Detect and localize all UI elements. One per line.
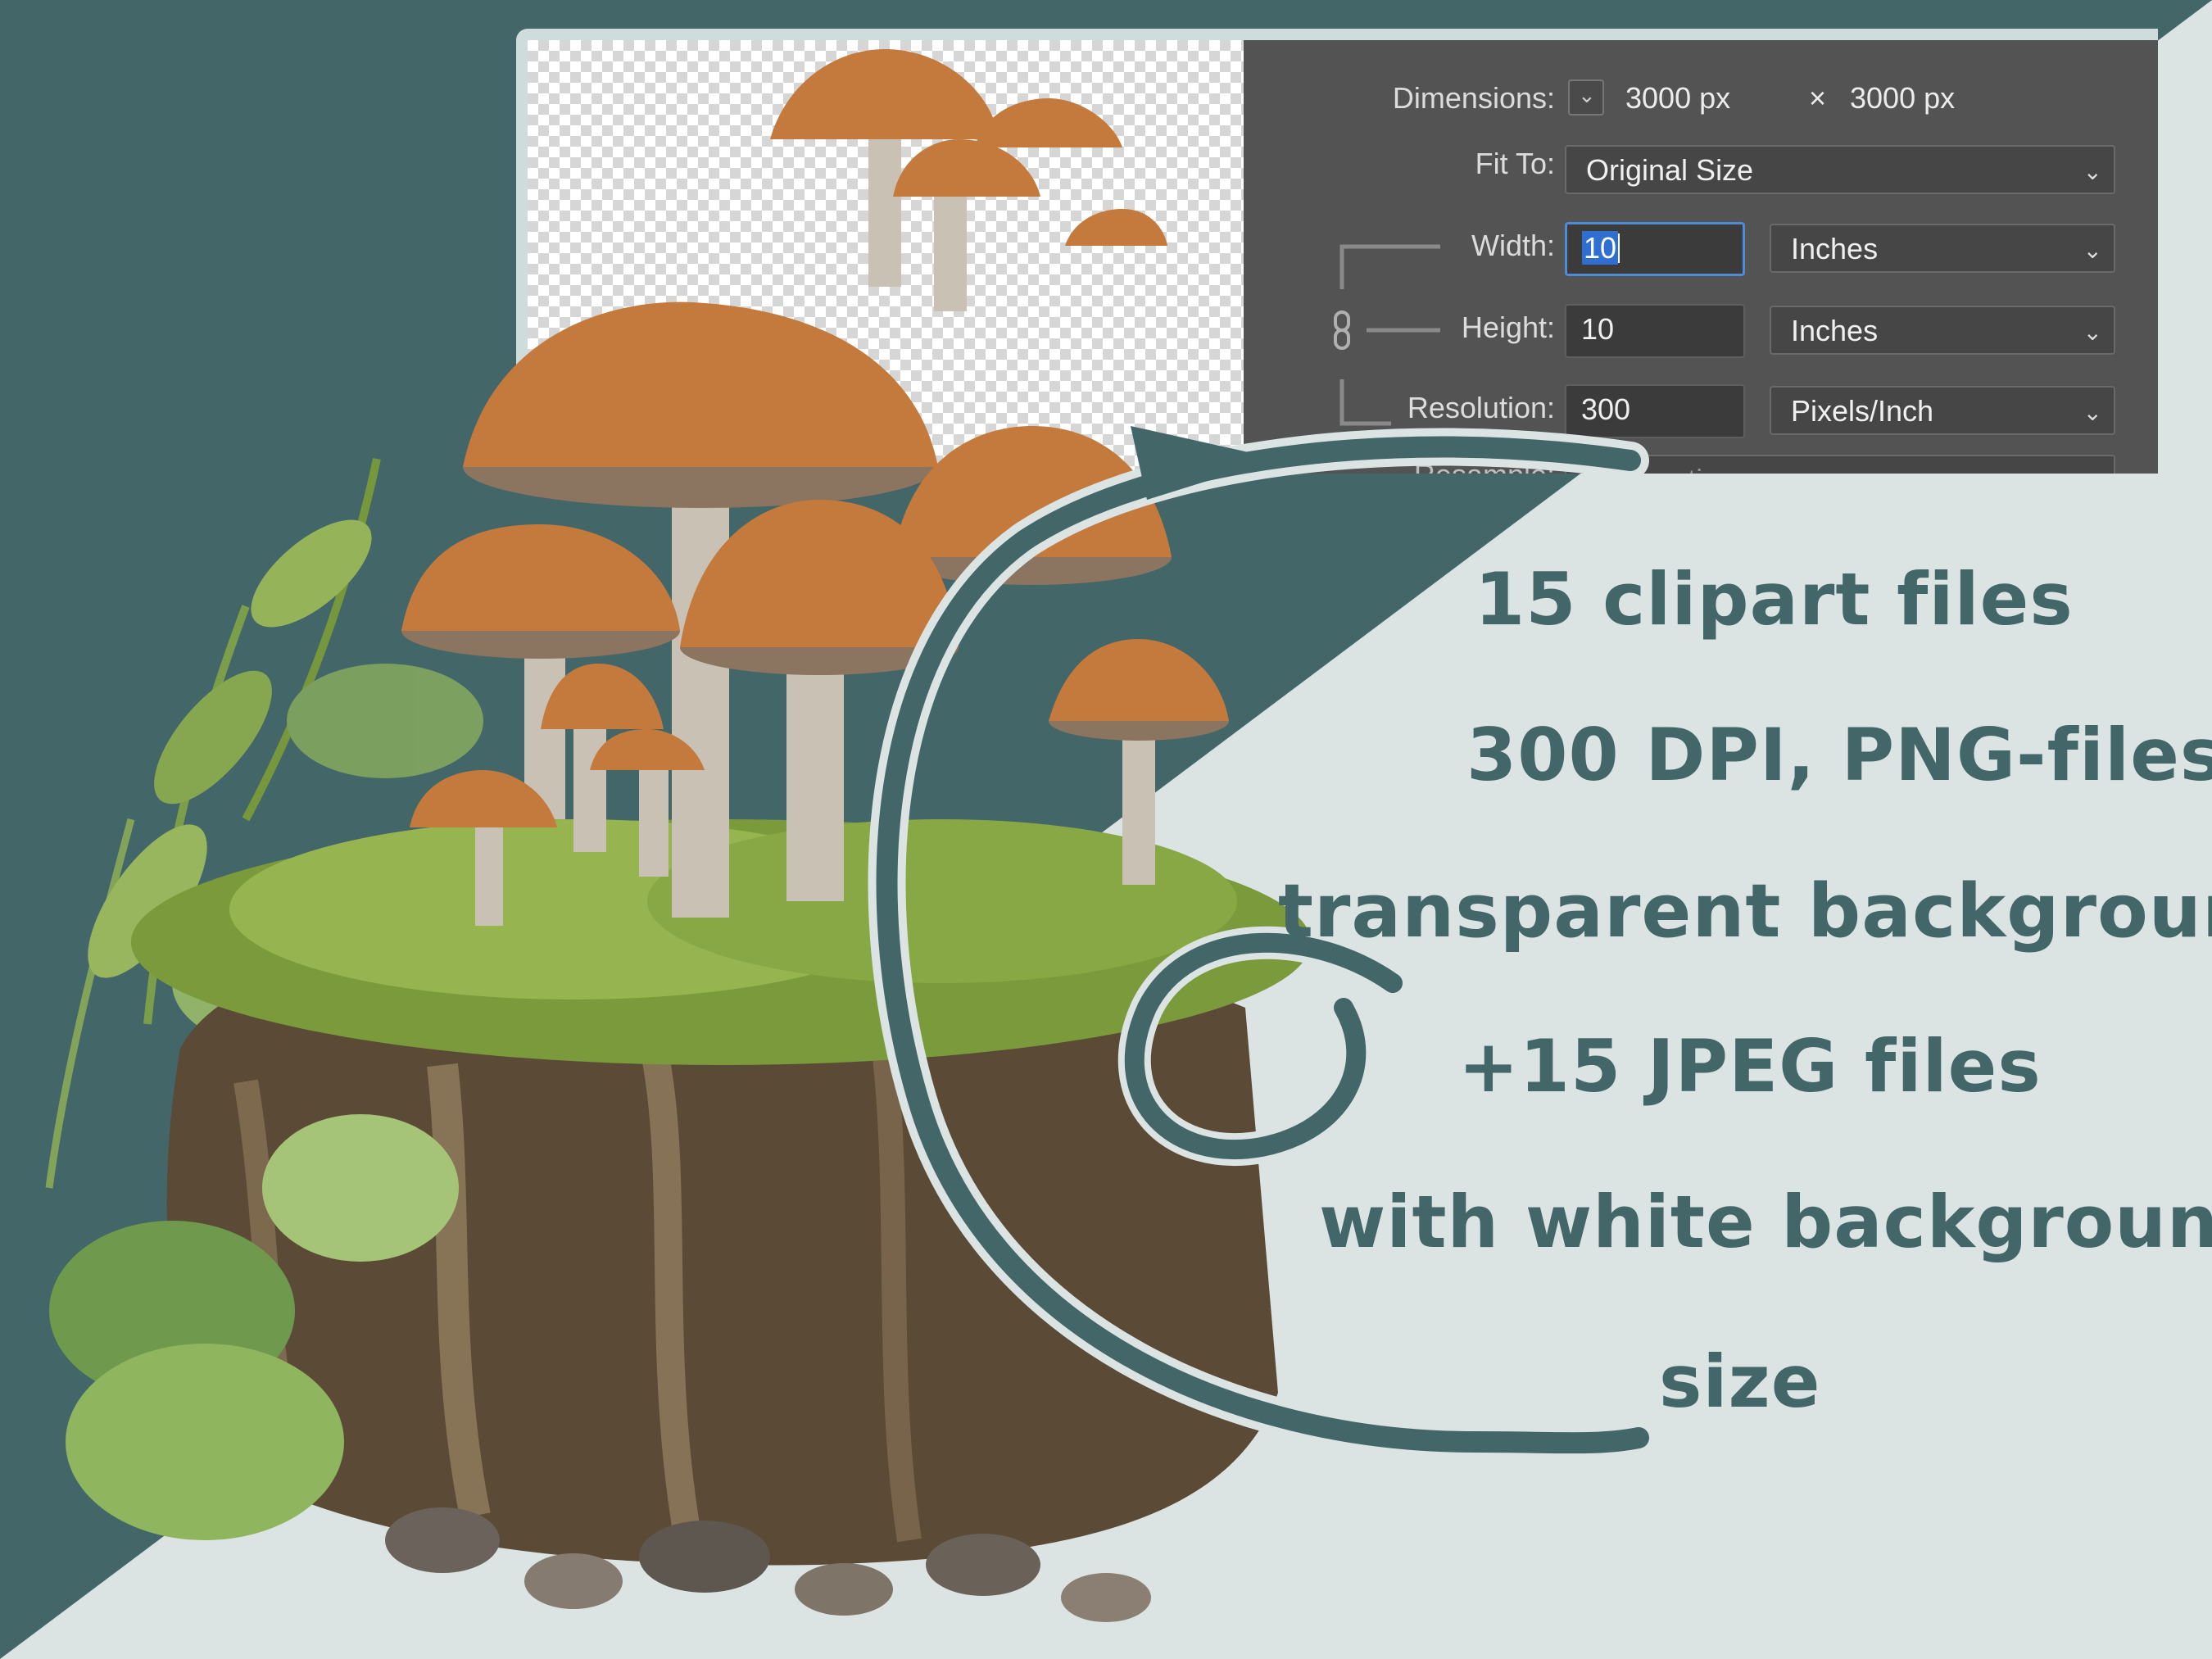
feature-white-bg: with white background [1319, 1180, 2212, 1264]
feature-transparent-bg: transparent background [1278, 868, 2212, 954]
feature-size: size [1659, 1339, 1821, 1424]
feature-clipart-count: 15 clipart files [1475, 557, 2074, 641]
feature-jpeg-count: +15 JPEG files [1458, 1024, 2042, 1108]
feature-dpi-png: 300 DPI, PNG-files [1466, 713, 2212, 797]
mushroom-stump-illustration [45, 49, 1657, 1622]
